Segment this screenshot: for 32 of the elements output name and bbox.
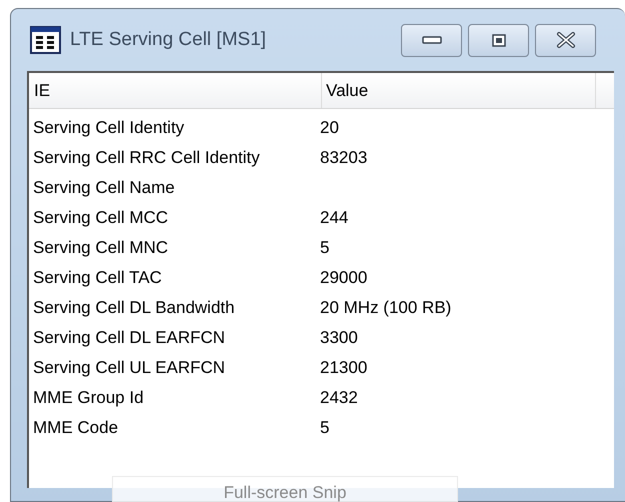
tooltip: Full-screen Snip xyxy=(112,476,458,502)
window-title: LTE Serving Cell [MS1] xyxy=(70,28,266,52)
close-button[interactable] xyxy=(535,24,596,56)
table-cell-text: 2432 xyxy=(320,387,358,410)
column-header[interactable]: Value xyxy=(322,73,596,108)
table-cell-text: MME Group Id xyxy=(32,387,145,410)
table-cell-text: Serving Cell MNC xyxy=(32,237,170,260)
table-cell-text: Serving Cell DL EARFCN xyxy=(32,327,226,350)
table-cell-text: 5 xyxy=(320,417,330,440)
table-cell-text: Serving Cell DL Bandwidth xyxy=(32,297,236,320)
table-cell-text: 3300 xyxy=(320,327,358,350)
maximize-button[interactable] xyxy=(468,24,529,56)
table-cell-text: 20 MHz (100 RB) xyxy=(320,297,452,320)
table-cell-text: MME Code xyxy=(32,417,120,440)
maximize-icon xyxy=(492,34,506,46)
minimize-button[interactable] xyxy=(401,24,462,56)
table-icon xyxy=(30,26,61,54)
table-cell-text: 21300 xyxy=(320,357,368,380)
table-cell-text: 5 xyxy=(320,237,330,260)
table-cell-text: Serving Cell TAC xyxy=(32,267,163,290)
table-cell-text: 20 xyxy=(320,117,339,140)
table-cell-text: Serving Cell RRC Cell Identity xyxy=(32,147,261,170)
table-cell-text: Serving Cell UL EARFCN xyxy=(32,357,226,380)
table-cell-text: 29000 xyxy=(320,267,368,290)
table-cell-text: 83203 xyxy=(320,147,368,170)
close-icon xyxy=(556,32,576,48)
table-cell-text: Serving Cell Identity xyxy=(32,117,186,140)
column-header[interactable]: IE xyxy=(29,73,322,108)
minimize-icon xyxy=(422,36,442,44)
table-cell-text: Serving Cell Name xyxy=(32,177,176,200)
table-cell-text: 244 xyxy=(320,207,348,230)
table-cell-text: Serving Cell MCC xyxy=(32,207,170,230)
